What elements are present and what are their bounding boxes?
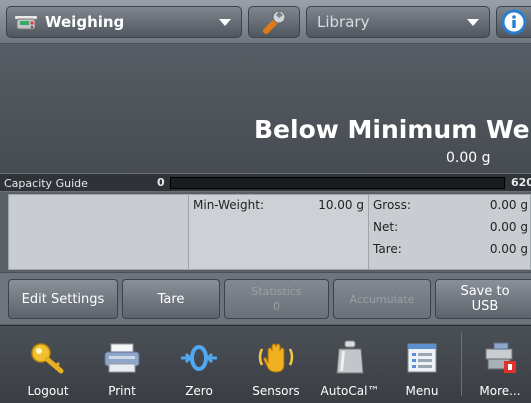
top-bar: Weighing Library xyxy=(0,0,531,44)
info-panel-blank-cell xyxy=(9,195,189,269)
min-weight-label: Min-Weight: xyxy=(193,198,264,212)
statistics-label: Statistics xyxy=(251,285,302,298)
info-button[interactable] xyxy=(496,6,531,38)
nav-logout[interactable]: Logout xyxy=(18,326,78,403)
chevron-down-icon xyxy=(467,19,479,26)
library-dropdown[interactable]: Library xyxy=(306,6,490,38)
statistics-count: 0 xyxy=(273,300,280,313)
status-message: Below Minimum Weight xyxy=(254,115,531,144)
more-icon xyxy=(480,338,520,378)
capacity-guide-max: 6200 xyxy=(511,176,531,189)
save-to-usb-line1: Save to xyxy=(460,284,510,299)
weight-reading: 0.00 g xyxy=(446,150,491,166)
capacity-guide-bar xyxy=(170,177,505,189)
key-icon xyxy=(28,338,68,378)
nav-more-label: More... xyxy=(479,384,521,398)
tare-value: 0.00 g xyxy=(489,242,528,256)
nav-sensors-label: Sensors xyxy=(252,384,300,398)
net-row: Net: 0.00 g xyxy=(369,217,531,237)
nav-more[interactable]: More... xyxy=(468,326,531,403)
nav-sensors[interactable]: Sensors xyxy=(244,326,308,403)
scale-icon xyxy=(13,12,39,32)
weights-cell: Gross: 0.00 g Net: 0.00 g Tare: 0.00 g xyxy=(369,195,531,269)
info-panel: Min-Weight: 10.00 g Gross: 0.00 g Net: 0… xyxy=(8,194,531,270)
net-label: Net: xyxy=(373,220,399,234)
tare-button[interactable]: Tare xyxy=(122,279,220,319)
zero-icon xyxy=(177,338,221,378)
min-weight-row: Min-Weight: 10.00 g xyxy=(189,195,368,215)
capacity-guide-label: Capacity Guide xyxy=(4,177,88,190)
nav-print-label: Print xyxy=(108,384,136,398)
chevron-down-icon xyxy=(219,19,231,26)
nav-autocal[interactable]: AutoCal™ xyxy=(316,326,384,403)
gross-label: Gross: xyxy=(373,198,411,212)
accumulate-button: Accumulate xyxy=(333,279,431,319)
menu-icon xyxy=(402,338,442,378)
tare-label: Tare: xyxy=(373,242,402,256)
calibration-weight-icon xyxy=(330,338,370,378)
gross-value: 0.00 g xyxy=(489,198,528,212)
library-dropdown-label: Library xyxy=(317,13,370,31)
nav-zero-label: Zero xyxy=(185,384,213,398)
settings-tool-button[interactable] xyxy=(248,6,300,38)
printer-icon xyxy=(101,338,143,378)
save-to-usb-line2: USB xyxy=(471,299,499,314)
nav-logout-label: Logout xyxy=(27,384,69,398)
weighing-display: Below Minimum Weight 0.00 g xyxy=(0,45,531,173)
capacity-guide: Capacity Guide 0 6200 xyxy=(0,173,531,192)
edit-settings-button[interactable]: Edit Settings xyxy=(8,279,118,319)
nav-menu-label: Menu xyxy=(405,384,439,398)
application-dropdown-label: Weighing xyxy=(45,13,125,31)
balance-screen: Weighing Library Below Minimum We 0.00 g… xyxy=(0,0,531,403)
nav-zero[interactable]: Zero xyxy=(170,326,228,403)
nav-autocal-label: AutoCal™ xyxy=(320,384,380,398)
statistics-button: Statistics 0 xyxy=(224,279,329,319)
min-weight-cell: Min-Weight: 10.00 g xyxy=(189,195,369,269)
wrench-icon xyxy=(260,9,288,35)
hand-sensor-icon xyxy=(254,338,298,378)
nav-menu[interactable]: Menu xyxy=(392,326,452,403)
nav-print[interactable]: Print xyxy=(92,326,152,403)
tare-row: Tare: 0.00 g xyxy=(369,239,531,259)
info-icon xyxy=(501,9,527,35)
bottom-nav: Logout Print Zero Sensors AutoCal™ Menu … xyxy=(0,325,531,403)
softkey-bar: Edit Settings Tare Statistics 0 Accumula… xyxy=(0,272,531,324)
capacity-guide-min: 0 xyxy=(157,176,165,189)
net-value: 0.00 g xyxy=(489,220,528,234)
gross-row: Gross: 0.00 g xyxy=(369,195,531,215)
application-dropdown[interactable]: Weighing xyxy=(6,6,242,38)
nav-divider xyxy=(461,332,462,396)
min-weight-value: 10.00 g xyxy=(318,198,364,212)
save-to-usb-button[interactable]: Save to USB xyxy=(435,279,531,319)
